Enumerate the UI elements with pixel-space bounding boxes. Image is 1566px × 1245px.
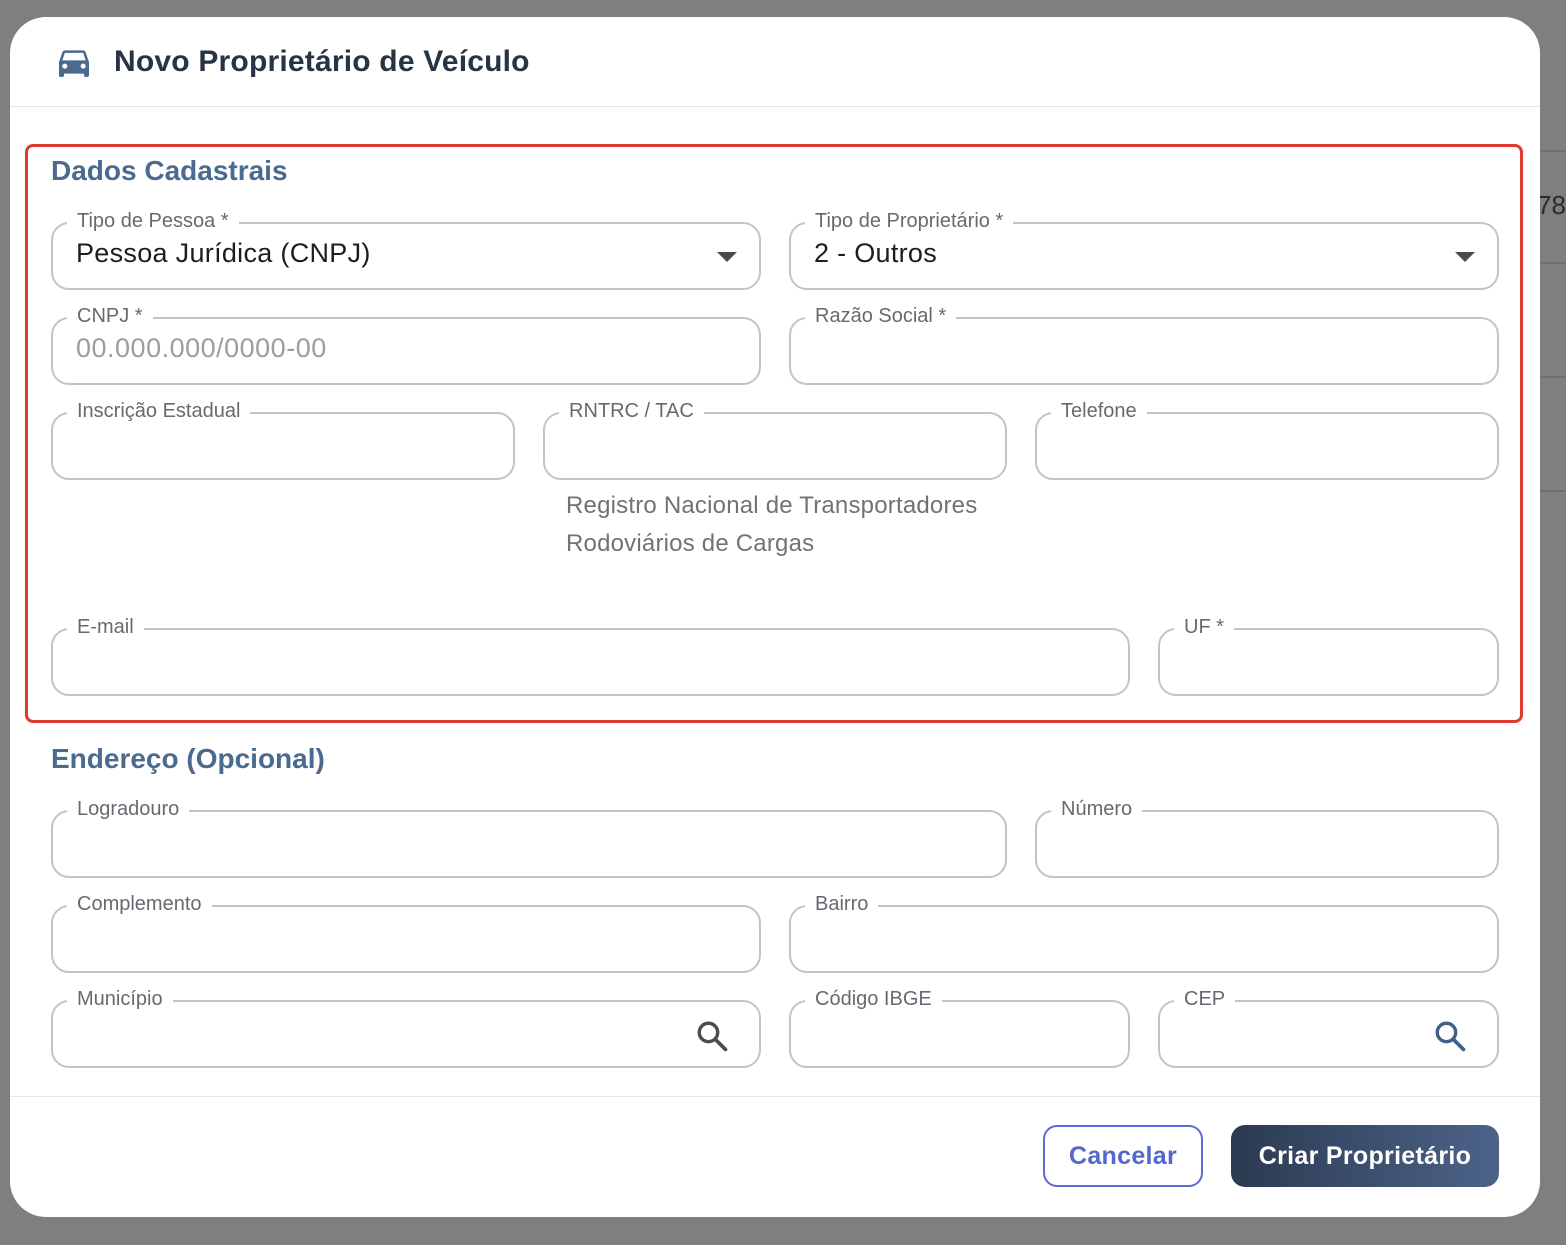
- field-label: Bairro: [805, 889, 879, 919]
- municipio-input[interactable]: Município: [51, 984, 761, 1068]
- field-value: 2 - Outros: [814, 238, 938, 268]
- cancel-button[interactable]: Cancelar: [1043, 1125, 1203, 1187]
- footer-divider: [10, 1096, 1540, 1097]
- caret-down-icon: [717, 252, 737, 262]
- background-divider: [1536, 262, 1566, 264]
- field-label: CEP: [1174, 984, 1236, 1014]
- field-label: UF *: [1174, 612, 1234, 642]
- caret-down-icon: [1455, 252, 1475, 262]
- field-label: Telefone: [1051, 396, 1147, 426]
- new-vehicle-owner-modal: Novo Proprietário de Veículo Dados Cadas…: [10, 17, 1540, 1217]
- section-title-dados-cadastrais: Dados Cadastrais: [51, 155, 288, 186]
- field-label: CNPJ *: [67, 301, 153, 331]
- background-divider: [1536, 490, 1566, 492]
- field-label: Tipo de Proprietário *: [805, 206, 1014, 236]
- codigo-ibge-input[interactable]: Código IBGE: [789, 984, 1130, 1068]
- field-label: Código IBGE: [805, 984, 942, 1014]
- email-input[interactable]: E-mail: [51, 612, 1130, 696]
- background-divider: [1536, 150, 1566, 152]
- background-divider: [1536, 376, 1566, 378]
- numero-input[interactable]: Número: [1035, 794, 1499, 878]
- section-title-endereco: Endereço (Opcional): [51, 743, 325, 774]
- tipo-proprietario-select[interactable]: Tipo de Proprietário * 2 - Outros: [789, 206, 1499, 290]
- create-owner-button[interactable]: Criar Proprietário: [1231, 1125, 1499, 1187]
- field-label: Logradouro: [67, 794, 190, 824]
- field-value: Pessoa Jurídica (CNPJ): [76, 238, 371, 268]
- field-label: RNTRC / TAC: [559, 396, 704, 426]
- cep-input[interactable]: CEP: [1158, 984, 1499, 1068]
- field-label: Inscrição Estadual: [67, 396, 251, 426]
- modal-header: Novo Proprietário de Veículo: [10, 17, 1540, 107]
- rntrc-tac-input[interactable]: RNTRC / TAC: [543, 396, 1007, 480]
- field-label: Município: [67, 984, 173, 1014]
- car-icon: [59, 49, 89, 77]
- search-icon[interactable]: [695, 1019, 729, 1053]
- rntrc-helper-text: Registro Nacional de Transportadores Rod…: [566, 492, 978, 557]
- cnpj-input[interactable]: CNPJ * 00.000.000/0000-00: [51, 301, 761, 385]
- field-placeholder: 00.000.000/0000-00: [76, 333, 327, 363]
- logradouro-input[interactable]: Logradouro: [51, 794, 1007, 878]
- field-label: Complemento: [67, 889, 212, 919]
- search-icon[interactable]: [1433, 1019, 1467, 1053]
- field-label: Razão Social *: [805, 301, 957, 331]
- uf-input[interactable]: UF *: [1158, 612, 1499, 696]
- complemento-input[interactable]: Complemento: [51, 889, 761, 973]
- telefone-input[interactable]: Telefone: [1035, 396, 1499, 480]
- field-label: Número: [1051, 794, 1143, 824]
- bairro-input[interactable]: Bairro: [789, 889, 1499, 973]
- tipo-pessoa-select[interactable]: Tipo de Pessoa * Pessoa Jurídica (CNPJ): [51, 206, 761, 290]
- field-label: Tipo de Pessoa *: [67, 206, 239, 236]
- inscricao-estadual-input[interactable]: Inscrição Estadual: [51, 396, 515, 480]
- razao-social-input[interactable]: Razão Social *: [789, 301, 1499, 385]
- field-label: E-mail: [67, 612, 144, 642]
- modal-title: Novo Proprietário de Veículo: [114, 44, 530, 78]
